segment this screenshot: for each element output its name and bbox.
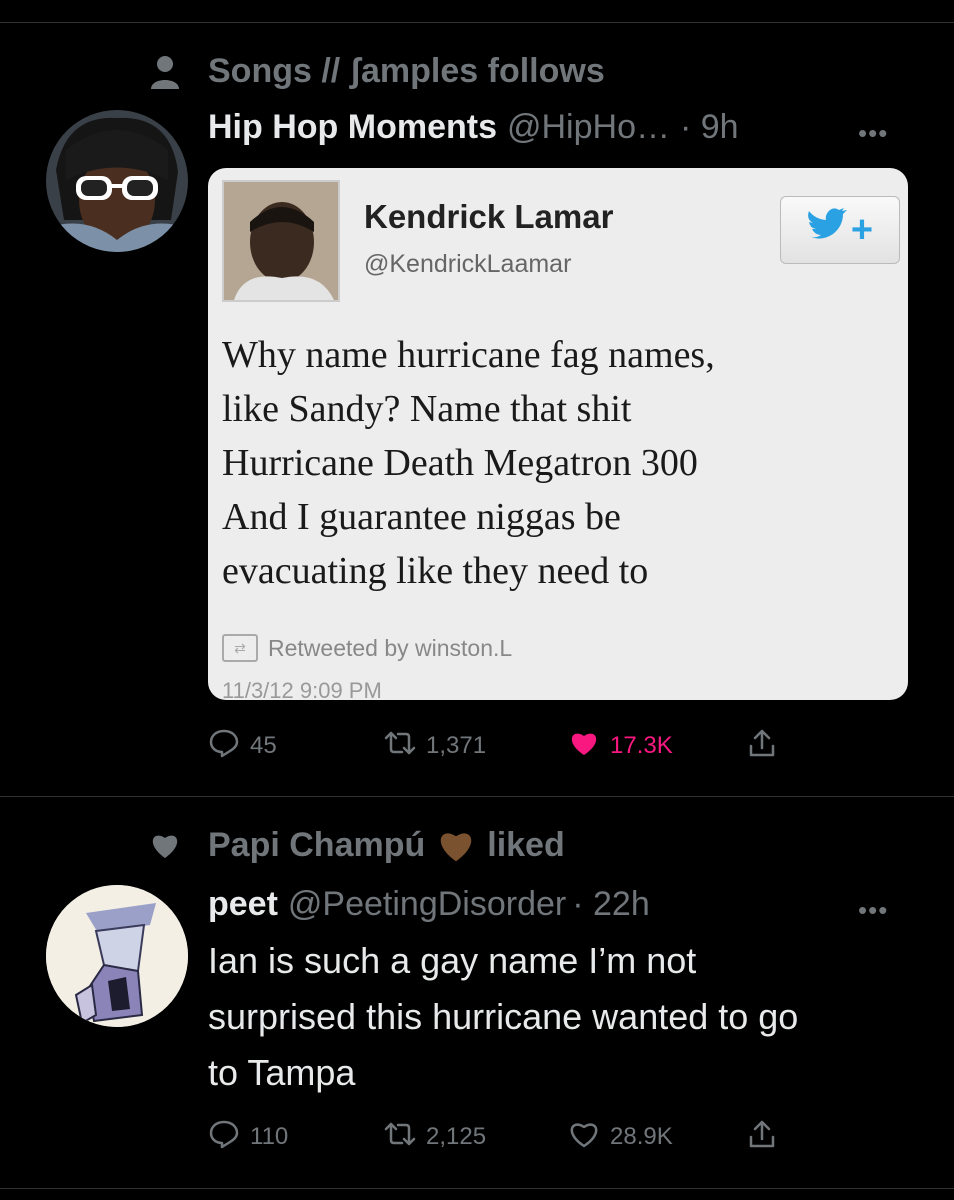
share-icon [746, 1118, 778, 1157]
tweet-text-line: Ian is such a gay name I’m not [208, 940, 697, 981]
social-context: Songs // ʃamples follows [148, 52, 605, 91]
tweet-header: Hip Hop Moments @HipHo… · 9h [208, 108, 739, 147]
embedded-author-handle: @KendrickLaamar [364, 250, 572, 278]
embedded-line: And I guarantee niggas be [222, 496, 621, 538]
author-name[interactable]: Hip Hop Moments [208, 108, 497, 147]
retweet-icon [384, 727, 416, 766]
like-button[interactable]: 28.9K [568, 1117, 673, 1157]
tweet-text: Ian is such a gay name I’m not surprised… [208, 933, 928, 1101]
tweet-hiphop-moments[interactable]: Songs // ʃamples follows Hip Hop Moments… [0, 0, 954, 796]
embedded-line: Why name hurricane fag names, [222, 334, 715, 376]
heart-filled-icon [568, 727, 600, 766]
tweet-media-image[interactable]: Kendrick Lamar @KendrickLaamar + Why nam… [208, 168, 908, 700]
retweet-count: 2,125 [426, 1123, 487, 1150]
reply-button[interactable]: 110 [208, 1117, 288, 1157]
embedded-tweet-text: Why name hurricane fag names, like Sandy… [222, 328, 902, 598]
avatar[interactable] [46, 110, 188, 252]
tweet-time[interactable]: · 9h [680, 108, 739, 147]
retweet-button[interactable]: 2,125 [384, 1117, 486, 1157]
embedded-author-name: Kendrick Lamar [364, 198, 614, 235]
like-button[interactable]: 17.3K [568, 726, 673, 766]
follow-button: + [780, 196, 900, 264]
reply-icon [208, 1118, 240, 1157]
reply-count: 45 [250, 732, 277, 759]
embedded-line: evacuating like they need to [222, 550, 649, 592]
more-options-icon[interactable]: ••• [858, 895, 888, 926]
liker-name[interactable]: Papi Champú [208, 826, 425, 865]
author-handle[interactable]: @PeetingDisorder [288, 885, 566, 924]
liked-label: liked [487, 825, 565, 864]
author-handle[interactable]: @HipHo… [507, 108, 670, 147]
tweet-time[interactable]: · 22h [572, 885, 650, 924]
embedded-date: 11/3/12 9:09 PM [222, 678, 382, 700]
tweet-text-line: to Tampa [208, 1052, 356, 1093]
person-icon [148, 55, 182, 89]
kendrick-photo [222, 180, 340, 302]
retweet-small-icon: ⇄ [222, 634, 258, 662]
bottom-divider [0, 1188, 954, 1189]
retweet-icon [384, 1118, 416, 1157]
reply-icon [208, 727, 240, 766]
reply-button[interactable]: 45 [208, 726, 277, 766]
social-context-text: Songs // ʃamples follows [208, 52, 605, 90]
embedded-line: Hurricane Death Megatron 300 [222, 442, 698, 484]
like-count: 17.3K [610, 732, 673, 759]
tweet-header: peet @PeetingDisorder · 22h [208, 885, 650, 924]
author-name[interactable]: peet [208, 885, 278, 924]
embedded-retweet-info: ⇄ Retweeted by winston.L [222, 634, 512, 662]
heart-outline-icon [568, 1118, 600, 1157]
avatar[interactable] [46, 885, 188, 1027]
retweeted-by: Retweeted by winston.L [268, 634, 513, 661]
share-icon [746, 727, 778, 766]
twitter-bird-icon [807, 208, 847, 252]
share-button[interactable] [746, 726, 778, 766]
retweet-button[interactable]: 1,371 [384, 726, 486, 766]
retweet-count: 1,371 [426, 732, 487, 759]
embedded-line: like Sandy? Name that shit [222, 388, 632, 430]
social-context: Papi Champú liked [148, 825, 565, 865]
reply-count: 110 [250, 1123, 289, 1150]
follow-plus: + [850, 208, 874, 251]
share-button[interactable] [746, 1117, 778, 1157]
like-count: 28.9K [610, 1123, 673, 1150]
heart-context-icon [148, 828, 182, 862]
tweet-peet[interactable]: Papi Champú liked peet @PeetingDisorder … [0, 797, 954, 1187]
more-options-icon[interactable]: ••• [858, 118, 888, 149]
tweet-text-line: surprised this hurricane wanted to go [208, 996, 799, 1037]
brown-heart-icon [435, 825, 477, 865]
